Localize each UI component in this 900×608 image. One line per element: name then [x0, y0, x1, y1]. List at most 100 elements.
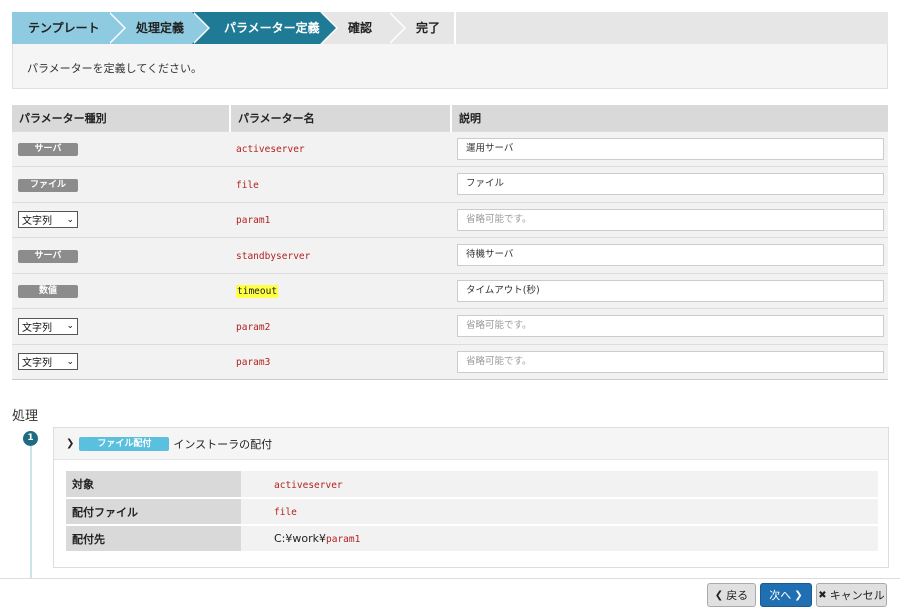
- description-input[interactable]: 省略可能です。: [457, 315, 884, 338]
- type-cell: サーバ: [12, 237, 230, 273]
- cancel-button-label: キャンセル: [829, 589, 885, 602]
- step-label: 完了: [416, 21, 441, 35]
- table-row: サーバ activeserver 運用サーバ: [12, 130, 888, 167]
- type-cell: 文字列 ⌄: [12, 201, 230, 238]
- process-detail-table: 対象 activeserver 配付ファイル file 配付先 C:¥work¥…: [66, 471, 878, 553]
- description-cell: 省略可能です。: [451, 201, 888, 238]
- type-tag: 数値: [18, 285, 78, 299]
- parameter-name: timeout: [236, 285, 279, 299]
- table-row: 文字列 ⌄ param1 省略可能です。: [12, 201, 888, 238]
- table-header-row: パラメーター種別 パラメーター名 説明: [12, 105, 888, 131]
- step-template-info: テンプレート情報: [12, 12, 126, 67]
- name-cell: param1: [230, 201, 451, 238]
- table-row: 数値 timeout タイムアウト(秒): [12, 272, 888, 309]
- header-parameter-type: パラメーター種別: [12, 105, 231, 131]
- process-type-tag: ファイル配付: [79, 436, 170, 451]
- type-select[interactable]: 文字列 ⌄: [18, 353, 78, 371]
- chevron-left-icon: ❮: [714, 589, 724, 601]
- parameter-table: パラメーター種別 パラメーター名 説明 サーバ activeserver 運用サ…: [12, 105, 888, 380]
- parameter-name: standbyserver: [236, 250, 311, 262]
- description-cell: 待機サーバ: [451, 237, 888, 273]
- detail-value: file: [241, 498, 878, 526]
- table-row: 配付ファイル file: [66, 498, 878, 526]
- table-row: 文字列 ⌄ param3 省略可能です。: [12, 343, 888, 380]
- table-row: 文字列 ⌄ param2 省略可能です。: [12, 308, 888, 344]
- description-input[interactable]: 省略可能です。: [457, 350, 884, 373]
- process-section-title: 処理: [12, 409, 39, 424]
- process-panel-header[interactable]: ❯ ファイル配付 インストーラの配付: [54, 428, 888, 460]
- table-row: ファイル file ファイル: [12, 166, 888, 202]
- name-cell: timeout: [230, 272, 451, 309]
- description-input[interactable]: タイムアウト(秒): [457, 279, 884, 302]
- name-cell: file: [230, 166, 451, 202]
- description-cell: 運用サーバ: [451, 130, 888, 167]
- type-cell: 文字列 ⌄: [12, 343, 230, 380]
- parameter-name: param3: [236, 357, 271, 369]
- chevron-down-icon: ⌄: [66, 356, 74, 367]
- name-cell: param2: [230, 308, 451, 344]
- detail-label: 配付ファイル: [66, 498, 241, 526]
- type-cell: 文字列 ⌄: [12, 308, 230, 344]
- back-button-label: 戻る: [726, 589, 749, 602]
- detail-value: activeserver: [241, 471, 878, 499]
- chevron-down-icon[interactable]: ❯: [66, 438, 74, 449]
- description-input[interactable]: 運用サーバ: [457, 137, 884, 160]
- description-cell: ファイル: [451, 166, 888, 202]
- parameter-name: param1: [236, 215, 271, 227]
- name-cell: standbyserver: [230, 237, 451, 273]
- description-input[interactable]: ファイル: [457, 173, 884, 196]
- back-button[interactable]: ❮ 戻る: [707, 583, 756, 607]
- type-tag: ファイル: [18, 178, 78, 192]
- target-parameter: activeserver: [274, 479, 343, 491]
- table-row: 対象 activeserver: [66, 471, 878, 499]
- chevron-down-icon: ⌄: [66, 321, 74, 332]
- step-label: パラメーター定義: [224, 21, 320, 35]
- destination-path: C:¥work¥: [274, 532, 327, 545]
- parameter-name: activeserver: [236, 144, 305, 156]
- table-row: 配付先 C:¥work¥param1: [66, 525, 878, 553]
- type-select-value: 文字列: [22, 322, 52, 334]
- detail-label: 対象: [66, 471, 241, 499]
- process-panel: ❯ ファイル配付 インストーラの配付 対象 activeserver 配付ファイ…: [53, 427, 889, 568]
- type-select-value: 文字列: [22, 358, 52, 370]
- chevron-right-icon: ❯: [794, 589, 803, 601]
- step-parameter-definition: パラメーター定義: [192, 12, 338, 44]
- bottom-action-bar: ❮ 戻る 次へ ❯ ✖ キャンセル: [0, 578, 900, 608]
- type-tag: サーバ: [18, 143, 78, 157]
- type-tag: サーバ: [18, 249, 78, 263]
- header-description: 説明: [451, 105, 888, 131]
- type-cell: 数値: [12, 272, 230, 309]
- table-row: サーバ standbyserver 待機サーバ: [12, 237, 888, 273]
- step-label: 確認: [348, 21, 373, 35]
- timeline-line: [30, 446, 32, 586]
- header-parameter-name: パラメーター名: [230, 105, 452, 131]
- parameter-name: param2: [236, 321, 271, 333]
- name-cell: activeserver: [230, 130, 451, 167]
- step-label: 処理定義: [136, 21, 185, 35]
- type-select[interactable]: 文字列 ⌄: [18, 317, 78, 335]
- step-number-badge: 1: [23, 431, 38, 446]
- type-cell: サーバ: [12, 130, 230, 167]
- destination-parameter: param1: [326, 534, 361, 545]
- close-icon: ✖: [818, 589, 827, 601]
- detail-value: C:¥work¥param1: [241, 525, 878, 553]
- chevron-down-icon: ⌄: [66, 214, 74, 225]
- next-button-label: 次へ: [769, 589, 792, 602]
- name-cell: param3: [230, 343, 451, 380]
- description-input[interactable]: 省略可能です。: [457, 208, 884, 231]
- detail-label: 配付先: [66, 525, 241, 553]
- process-name: インストーラの配付: [173, 437, 273, 451]
- next-button[interactable]: 次へ ❯: [760, 583, 812, 607]
- type-cell: ファイル: [12, 166, 230, 202]
- instruction-panel: パラメーターを定義してください。: [12, 44, 888, 89]
- type-select[interactable]: 文字列 ⌄: [18, 211, 78, 229]
- wizard-steps: テンプレート情報 処理定義 パラメーター定義 確認 完了: [12, 12, 888, 67]
- cancel-button[interactable]: ✖ キャンセル: [816, 583, 887, 607]
- description-input[interactable]: 待機サーバ: [457, 244, 884, 267]
- description-cell: 省略可能です。: [451, 308, 888, 344]
- description-cell: タイムアウト(秒): [451, 272, 888, 309]
- parameter-name: file: [236, 179, 259, 191]
- instruction-text: パラメーターを定義してください。: [27, 62, 203, 75]
- description-cell: 省略可能です。: [451, 343, 888, 380]
- type-select-value: 文字列: [22, 216, 52, 228]
